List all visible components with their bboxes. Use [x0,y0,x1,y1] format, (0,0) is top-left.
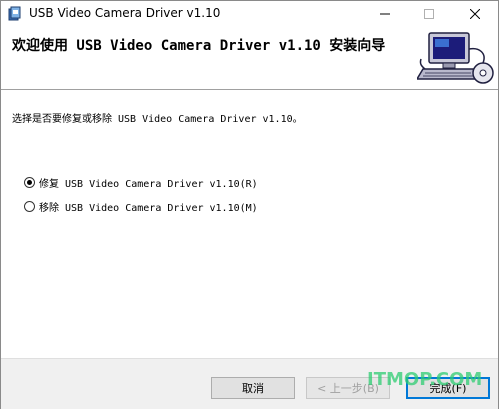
finish-button[interactable]: 完成(F) [406,377,490,399]
installer-icon [7,6,23,22]
repair-radio[interactable] [24,176,35,188]
back-button[interactable]: < 上一步(B) [306,377,390,399]
remove-label[interactable]: 移除 USB Video Camera Driver v1.10(M) [39,199,258,214]
cancel-button[interactable]: 取消 [211,377,295,399]
banner-divider-highlight [1,90,498,91]
minimize-button[interactable] [363,1,407,27]
window-title: USB Video Camera Driver v1.10 [29,6,221,20]
button-bar: 取消 < 上一步(B) 完成(F) [1,358,498,409]
welcome-banner: 欢迎使用 USB Video Camera Driver v1.10 安装向导 [1,27,498,89]
close-icon [470,9,480,19]
computer-installer-icon [417,32,494,84]
minimize-icon [380,13,390,15]
instruction-text: 选择是否要修复或移除 USB Video Camera Driver v1.10… [12,114,303,125]
maximize-icon [424,9,434,19]
remove-radio[interactable] [24,200,35,212]
remove-option[interactable]: 移除 USB Video Camera Driver v1.10(M) [24,198,258,214]
title-bar[interactable]: USB Video Camera Driver v1.10 [1,1,498,27]
repair-option[interactable]: 修复 USB Video Camera Driver v1.10(R) [24,174,258,190]
close-button[interactable] [453,1,497,27]
banner-title: 欢迎使用 USB Video Camera Driver v1.10 安装向导 [12,38,386,54]
installer-window: USB Video Camera Driver v1.10 欢迎使用 USB V… [0,0,499,409]
maximize-button[interactable] [407,1,451,27]
repair-label[interactable]: 修复 USB Video Camera Driver v1.10(R) [39,175,258,190]
